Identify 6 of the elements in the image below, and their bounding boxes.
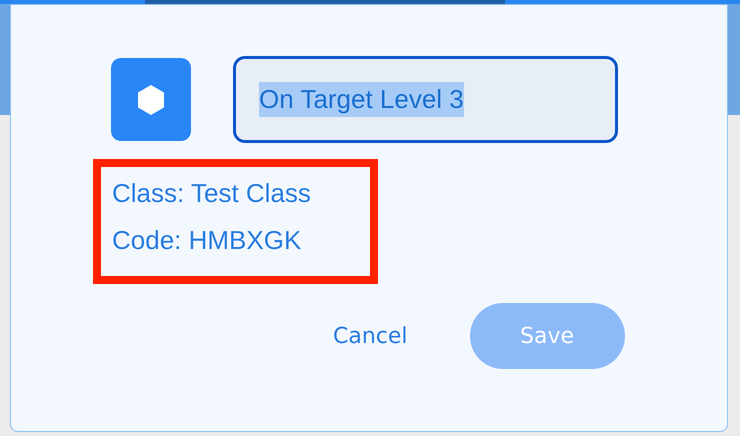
hexagon-icon	[136, 84, 166, 116]
name-field[interactable]: On Target Level 3	[233, 56, 618, 143]
cancel-button[interactable]: Cancel	[331, 320, 410, 352]
detail-text: Code: HMBXGK	[112, 224, 302, 256]
icon-button[interactable]	[111, 58, 191, 141]
detail-text: Class: Test Class	[112, 177, 312, 209]
